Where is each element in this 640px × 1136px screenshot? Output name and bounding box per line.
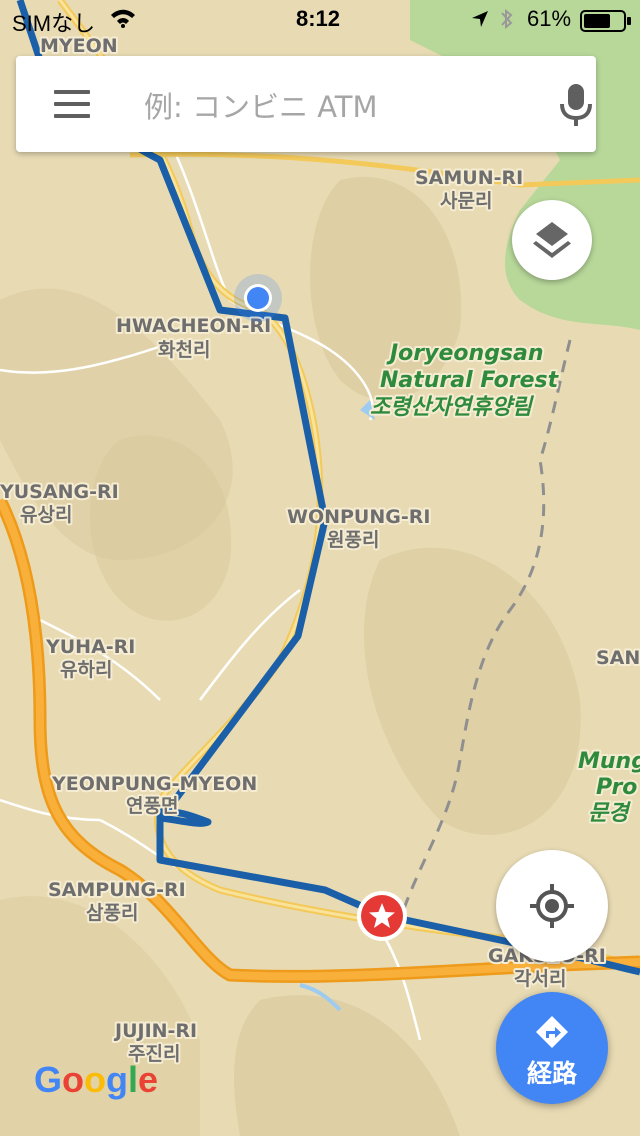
search-input[interactable]: 例: コンビニ ATM xyxy=(144,84,378,126)
bluetooth-icon xyxy=(500,7,514,35)
map-canvas[interactable]: SAMUN-RI 사문리 HWACHEON-RI 화천리 Joryeongsan… xyxy=(0,0,640,1136)
search-bar[interactable]: 例: コンビニ ATM xyxy=(16,56,596,152)
layers-icon xyxy=(533,222,571,258)
directions-icon xyxy=(536,1016,568,1048)
crosshair-icon xyxy=(530,884,574,928)
destination-marker xyxy=(357,891,407,941)
status-bar: SIMなし 8:12 61% xyxy=(0,0,640,40)
battery-icon xyxy=(580,10,632,36)
location-arrow-icon xyxy=(470,9,490,33)
map-label-yeonpung-ko: 연풍면 xyxy=(126,795,178,817)
my-location-button[interactable] xyxy=(496,850,608,962)
map-label-sampung-en: SAMPUNG-RI xyxy=(48,879,186,901)
map-label-wonpung-en: WONPUNG-RI xyxy=(287,506,430,528)
map-label-yusang-en: YUSANG-RI xyxy=(0,481,119,503)
map-label-mung-1: Mung xyxy=(578,749,640,774)
layers-button[interactable] xyxy=(512,200,592,280)
battery-percent: 61% xyxy=(527,6,572,31)
map-label-mung-2: Pro xyxy=(596,775,637,800)
map-label-mung-ko: 문경 xyxy=(588,801,631,826)
google-logo: Google xyxy=(34,1059,158,1100)
map-label-gakseo-ko: 각서리 xyxy=(514,968,566,990)
directions-button[interactable]: 経路 xyxy=(496,992,608,1104)
map-label-samun-en: SAMUN-RI xyxy=(415,167,523,189)
map-label-joryeong-1: Joryeongsan xyxy=(386,341,544,366)
map-label-joryeong-2: Natural Forest xyxy=(380,368,560,393)
microphone-icon[interactable] xyxy=(556,82,596,128)
directions-label: 経路 xyxy=(526,1059,577,1088)
map-label-wonpung-ko: 원풍리 xyxy=(327,529,379,551)
map-label-san-en: SAN xyxy=(596,647,640,669)
map-label-jujin-en: JUJIN-RI xyxy=(113,1020,197,1042)
map-label-yuha-ko: 유하리 xyxy=(60,659,112,681)
map-label-joryeong-ko: 조령산자연휴양림 xyxy=(370,395,535,420)
clock: 8:12 xyxy=(296,6,341,31)
my-location-marker xyxy=(234,274,282,322)
map-label-sampung-ko: 삼풍리 xyxy=(86,902,138,924)
map-label-yuha-en: YUHA-RI xyxy=(45,636,135,658)
map-label-yeonpung-en: YEONPUNG-MYEON xyxy=(51,773,257,795)
map-label-hwacheon-ko: 화천리 xyxy=(158,339,210,361)
map-label-samun-ko: 사문리 xyxy=(440,190,492,212)
wifi-icon xyxy=(110,8,136,32)
carrier-label: SIMなし xyxy=(12,11,96,36)
map-label-yusang-ko: 유상리 xyxy=(20,504,72,526)
menu-icon[interactable] xyxy=(54,90,90,118)
